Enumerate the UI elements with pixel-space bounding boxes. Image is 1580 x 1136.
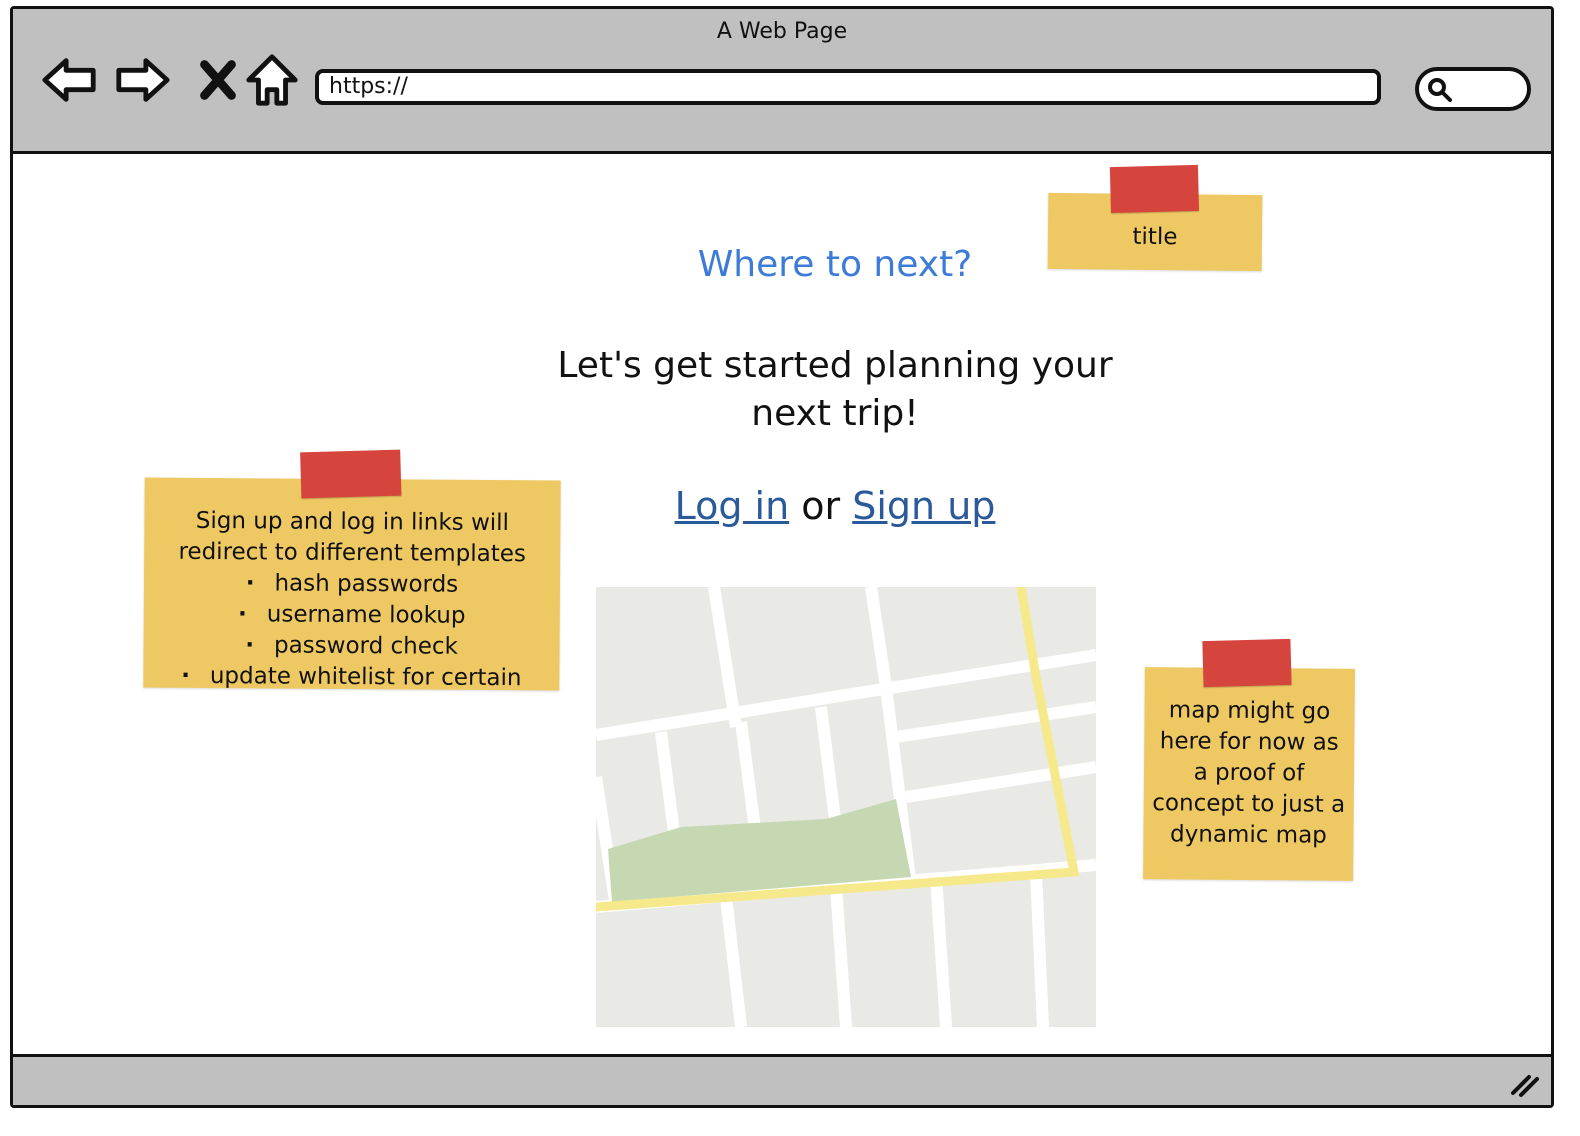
note-bullet: update whitelist for certain	[143, 661, 559, 695]
auth-links: Log in or Sign up	[560, 484, 1110, 528]
tape	[1109, 164, 1199, 214]
tape	[1202, 638, 1292, 688]
note-text: map might go here for now as a proof of …	[1152, 697, 1346, 849]
search-icon	[1428, 78, 1452, 102]
status-bar	[13, 1054, 1551, 1105]
sticky-note-title: title	[1047, 164, 1263, 272]
window-title: A Web Page	[716, 19, 848, 44]
tape	[300, 449, 402, 499]
login-link[interactable]: Log in	[675, 484, 790, 528]
sticky-note-map: map might go here for now as a proof of …	[1143, 638, 1355, 881]
url-input[interactable]: https://	[315, 69, 1381, 105]
browser-toolbar: A Web Page https://	[13, 9, 1551, 154]
page-title: Where to next?	[697, 244, 973, 285]
note-bullet: username lookup	[144, 599, 560, 633]
back-arrow-icon[interactable]	[41, 51, 99, 109]
resize-grip-icon[interactable]	[1507, 1065, 1541, 1099]
home-icon[interactable]	[243, 51, 301, 109]
forward-arrow-icon[interactable]	[113, 51, 171, 109]
note-bullet: password check	[143, 630, 559, 664]
subtitle-line-2: next trip!	[751, 393, 919, 434]
note-text: title	[1132, 223, 1178, 251]
stop-x-icon[interactable]	[189, 51, 247, 109]
or-text: or	[801, 484, 841, 528]
note-line: redirect to different templates	[178, 538, 526, 568]
sticky-note-auth: Sign up and log in links will redirect t…	[143, 449, 561, 691]
search-field[interactable]	[1415, 67, 1531, 111]
map-image[interactable]	[596, 587, 1096, 1027]
signup-link[interactable]: Sign up	[852, 484, 995, 528]
subtitle-line-1: Let's get started planning your	[557, 345, 1113, 386]
note-bullet: hash passwords	[144, 568, 560, 602]
page-subtitle: Let's get started planning your next tri…	[540, 342, 1130, 438]
note-line: Sign up and log in links will	[195, 507, 510, 537]
